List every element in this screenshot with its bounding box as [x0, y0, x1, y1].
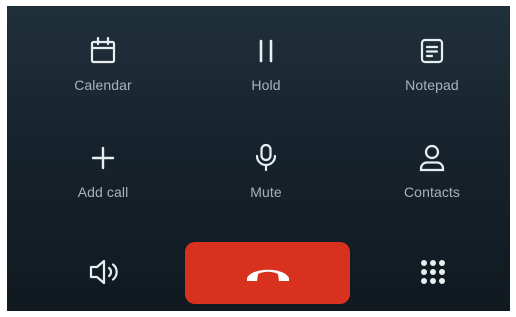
notepad-label: Notepad — [405, 77, 459, 93]
person-icon — [419, 144, 445, 172]
calendar-button[interactable]: Calendar — [33, 14, 173, 104]
microphone-icon — [255, 143, 277, 172]
add-call-button[interactable]: Add call — [33, 121, 173, 211]
hold-button[interactable]: Hold — [196, 14, 336, 104]
speaker-icon[interactable] — [84, 252, 124, 292]
add-call-label: Add call — [77, 184, 129, 200]
pause-icon — [259, 39, 273, 63]
calendar-label: Calendar — [74, 77, 132, 93]
dialpad-icon[interactable] — [413, 252, 453, 292]
calendar-icon — [90, 36, 116, 64]
mute-button[interactable]: Mute — [196, 121, 336, 211]
phone-hangup-icon — [246, 269, 289, 281]
in-call-screen: Calendar Hold Notepad Add call Mute Cont… — [7, 6, 510, 311]
notepad-button[interactable]: Notepad — [362, 14, 502, 104]
notepad-icon — [420, 38, 444, 64]
plus-icon — [91, 146, 115, 170]
contacts-button[interactable]: Contacts — [362, 121, 502, 211]
end-call-button[interactable] — [185, 242, 350, 304]
hold-label: Hold — [251, 77, 281, 93]
mute-label: Mute — [250, 184, 282, 200]
contacts-label: Contacts — [403, 184, 461, 200]
